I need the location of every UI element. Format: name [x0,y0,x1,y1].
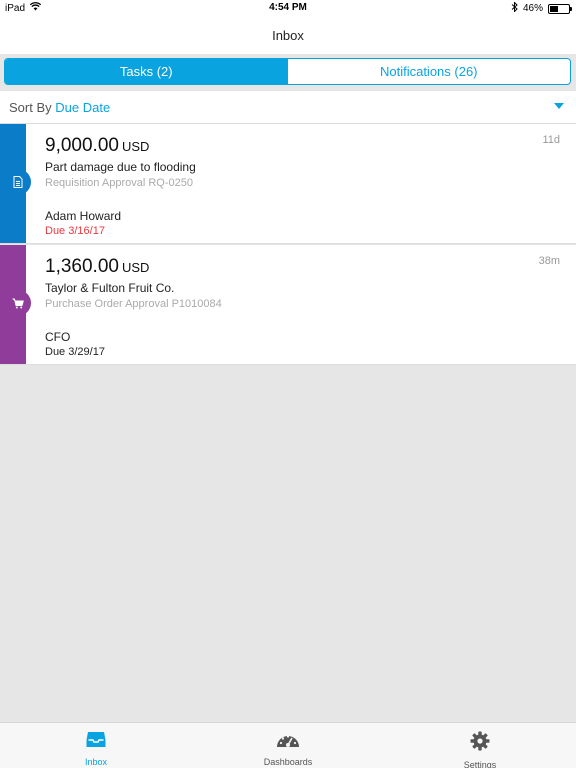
task-subtitle: Purchase Order Approval P1010084 [45,298,222,310]
status-right: 46% [511,1,572,15]
task-title: Taylor & Fulton Fruit Co. [45,281,175,295]
tab-inbox[interactable]: Inbox [0,723,192,768]
tab-label: Settings [463,760,497,768]
cart-icon [5,290,31,316]
document-icon [5,169,31,195]
sort-prefix: Sort By [9,100,52,115]
inbox-icon [86,731,106,753]
task-amount: 9,000.00 USD [45,135,149,157]
status-bar: iPad 4:54 PM 46% [0,0,576,16]
task-subtitle: Requisition Approval RQ-0250 [45,177,193,189]
task-title: Part damage due to flooding [45,160,196,174]
task-due-date: Due 3/16/17 [45,225,105,237]
battery-percent: 46% [522,3,543,14]
task-age: 11d [542,134,560,146]
battery-icon [548,3,572,14]
status-time: 4:54 PM [269,2,307,13]
tab-bar: Inbox Dashboards Settings [0,722,576,768]
page-title: Inbox [272,28,304,43]
dashboard-icon [276,731,300,753]
amount-value: 9,000.00 [45,135,119,156]
task-person: CFO [45,330,71,344]
task-due-date: Due 3/29/17 [45,346,105,358]
settings-icon [470,731,490,756]
amount-currency: USD [121,260,150,275]
task-age: 38m [538,255,560,267]
tab-label: Dashboards [263,757,313,767]
sort-value[interactable]: Due Date [55,100,110,115]
tab-notifications[interactable]: Notifications (26) [288,59,571,84]
amount-value: 1,360.00 [45,256,119,277]
amount-currency: USD [121,139,150,154]
navigation-bar: Inbox [0,16,576,54]
task-person: Adam Howard [45,209,122,223]
tab-settings[interactable]: Settings [384,723,576,768]
chevron-down-icon[interactable] [554,103,564,109]
task-card[interactable]: 1,360.00 USD 38m Taylor & Fulton Fruit Co… [0,245,576,365]
inbox-segmented-control: Tasks (2) Notifications (26) [4,58,571,85]
sort-bar[interactable]: Sort By Due Date [0,90,576,124]
task-card[interactable]: 9,000.00 USD 11d Part damage due to flood… [0,124,576,244]
tab-dashboards[interactable]: Dashboards [192,723,384,768]
tab-label: Inbox [84,757,108,767]
sort-label: Sort By Due Date [9,100,110,115]
bluetooth-icon [511,1,518,15]
task-amount: 1,360.00 USD [45,256,149,278]
tab-tasks[interactable]: Tasks (2) [5,59,288,84]
battery-level [550,5,559,12]
